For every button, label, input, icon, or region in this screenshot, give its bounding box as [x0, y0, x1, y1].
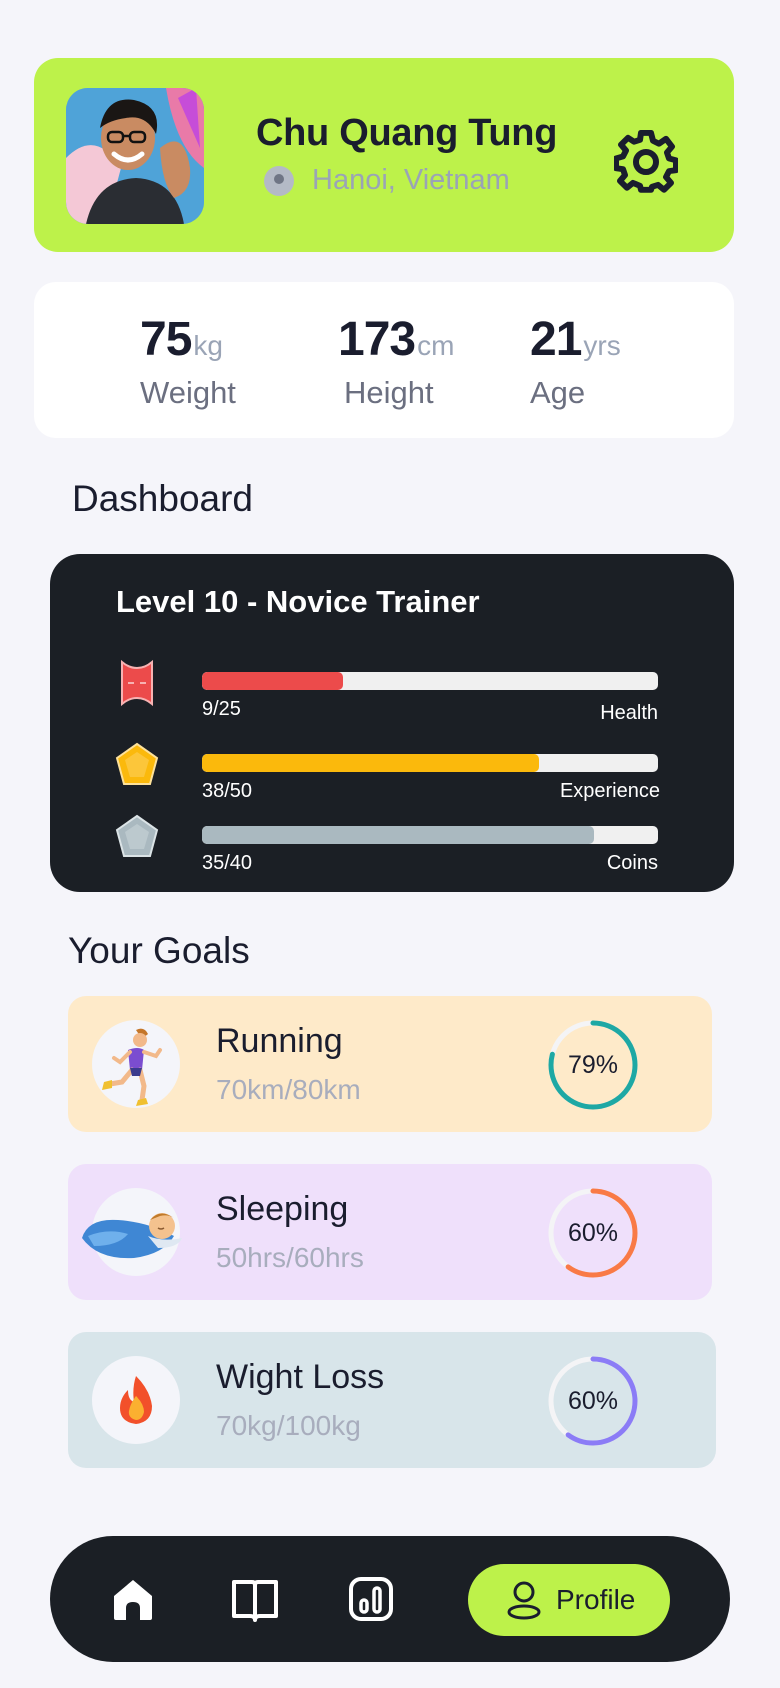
- health-label: Health: [600, 702, 658, 724]
- level-title: Level 10 - Novice Trainer: [116, 584, 480, 619]
- experience-label: Experience: [559, 780, 660, 802]
- goal-name: Running: [216, 1022, 343, 1060]
- experience-bar: [202, 754, 658, 772]
- goal-icon-wrap: [82, 1188, 182, 1276]
- nav-profile-label: Profile: [556, 1584, 636, 1615]
- coins-bar-row: 35/40 Coins: [50, 814, 734, 888]
- stat-unit: yrs: [583, 330, 621, 361]
- health-count: 9/25: [202, 698, 241, 720]
- goal-percent: 60%: [567, 1219, 619, 1247]
- stat-weight: 75kg Weight: [140, 312, 236, 411]
- stat-unit: cm: [417, 330, 455, 361]
- goal-card-running[interactable]: Running 70km/80km 79%: [68, 996, 712, 1132]
- health-bar-row: 9/25 Health: [50, 659, 734, 734]
- stats-card: 75kg Weight 173cm Height 21yrs Age: [34, 282, 734, 438]
- health-bar: [202, 672, 658, 690]
- avatar-photo: [66, 88, 204, 224]
- stat-label: Weight: [140, 375, 236, 410]
- profile-name: Chu Quang Tung: [256, 112, 558, 154]
- dashboard-title: Dashboard: [72, 478, 254, 519]
- goal-card-sleeping[interactable]: Sleeping 50hrs/60hrs 60%: [68, 1164, 712, 1300]
- user-icon: [507, 1581, 541, 1620]
- goal-progress-text: 50hrs/60hrs: [216, 1242, 364, 1273]
- goal-name: Wight Loss: [216, 1358, 385, 1396]
- coin-gem-icon: [115, 814, 159, 857]
- stats-icon[interactable]: [346, 1574, 396, 1624]
- health-icon: [121, 659, 153, 707]
- goal-icon-wrap: [92, 1020, 180, 1108]
- stat-label: Age: [530, 375, 586, 410]
- experience-count: 38/50: [202, 780, 253, 802]
- running-icon: [102, 1028, 162, 1106]
- goal-icon-wrap: [92, 1356, 180, 1444]
- goal-progress-ring: 79%: [546, 1018, 640, 1112]
- stat-age: 21yrs Age: [530, 312, 621, 411]
- coins-count: 35/40: [202, 852, 253, 874]
- book-icon[interactable]: [230, 1574, 280, 1624]
- location-pin-icon: [264, 166, 294, 196]
- bottom-nav: Profile: [50, 1536, 730, 1662]
- avatar[interactable]: [66, 88, 204, 224]
- experience-gem-icon: [115, 742, 159, 785]
- fire-icon: [120, 1376, 152, 1424]
- stat-label: Height: [344, 375, 434, 410]
- profile-location: Hanoi, Vietnam: [312, 164, 510, 196]
- goal-card-weight-loss[interactable]: Wight Loss 70kg/100kg 60%: [68, 1332, 716, 1468]
- goal-name: Sleeping: [216, 1190, 349, 1228]
- goal-progress-text: 70kg/100kg: [216, 1410, 361, 1441]
- profile-card: Chu Quang Tung Hanoi, Vietnam: [34, 58, 734, 252]
- stat-value: 21: [530, 313, 582, 366]
- coins-bar: [202, 826, 658, 844]
- goal-percent: 60%: [567, 1387, 619, 1415]
- coins-label: Coins: [606, 852, 658, 874]
- stat-unit: kg: [193, 330, 223, 361]
- stat-value: 173: [338, 313, 416, 366]
- goal-progress-ring: 60%: [546, 1186, 640, 1280]
- settings-button[interactable]: [614, 130, 678, 194]
- dashboard-card: Level 10 - Novice Trainer 9/25 Health 38…: [50, 554, 734, 892]
- home-icon[interactable]: [108, 1574, 158, 1624]
- coins-bar-fill: [202, 826, 595, 844]
- stat-value: 75: [140, 313, 192, 366]
- goal-progress-ring: 60%: [546, 1354, 640, 1448]
- sleeping-icon: [82, 1213, 182, 1259]
- stat-height: 173cm Height: [338, 312, 454, 411]
- goal-percent: 79%: [567, 1051, 619, 1079]
- goal-progress-text: 70km/80km: [216, 1074, 361, 1105]
- goals-title: Your Goals: [68, 930, 250, 971]
- experience-bar-row: 38/50 Experience: [50, 742, 734, 816]
- gear-icon: [614, 130, 678, 193]
- experience-bar-fill: [202, 754, 540, 772]
- health-bar-fill: [202, 672, 344, 690]
- nav-profile-button[interactable]: Profile: [468, 1564, 670, 1636]
